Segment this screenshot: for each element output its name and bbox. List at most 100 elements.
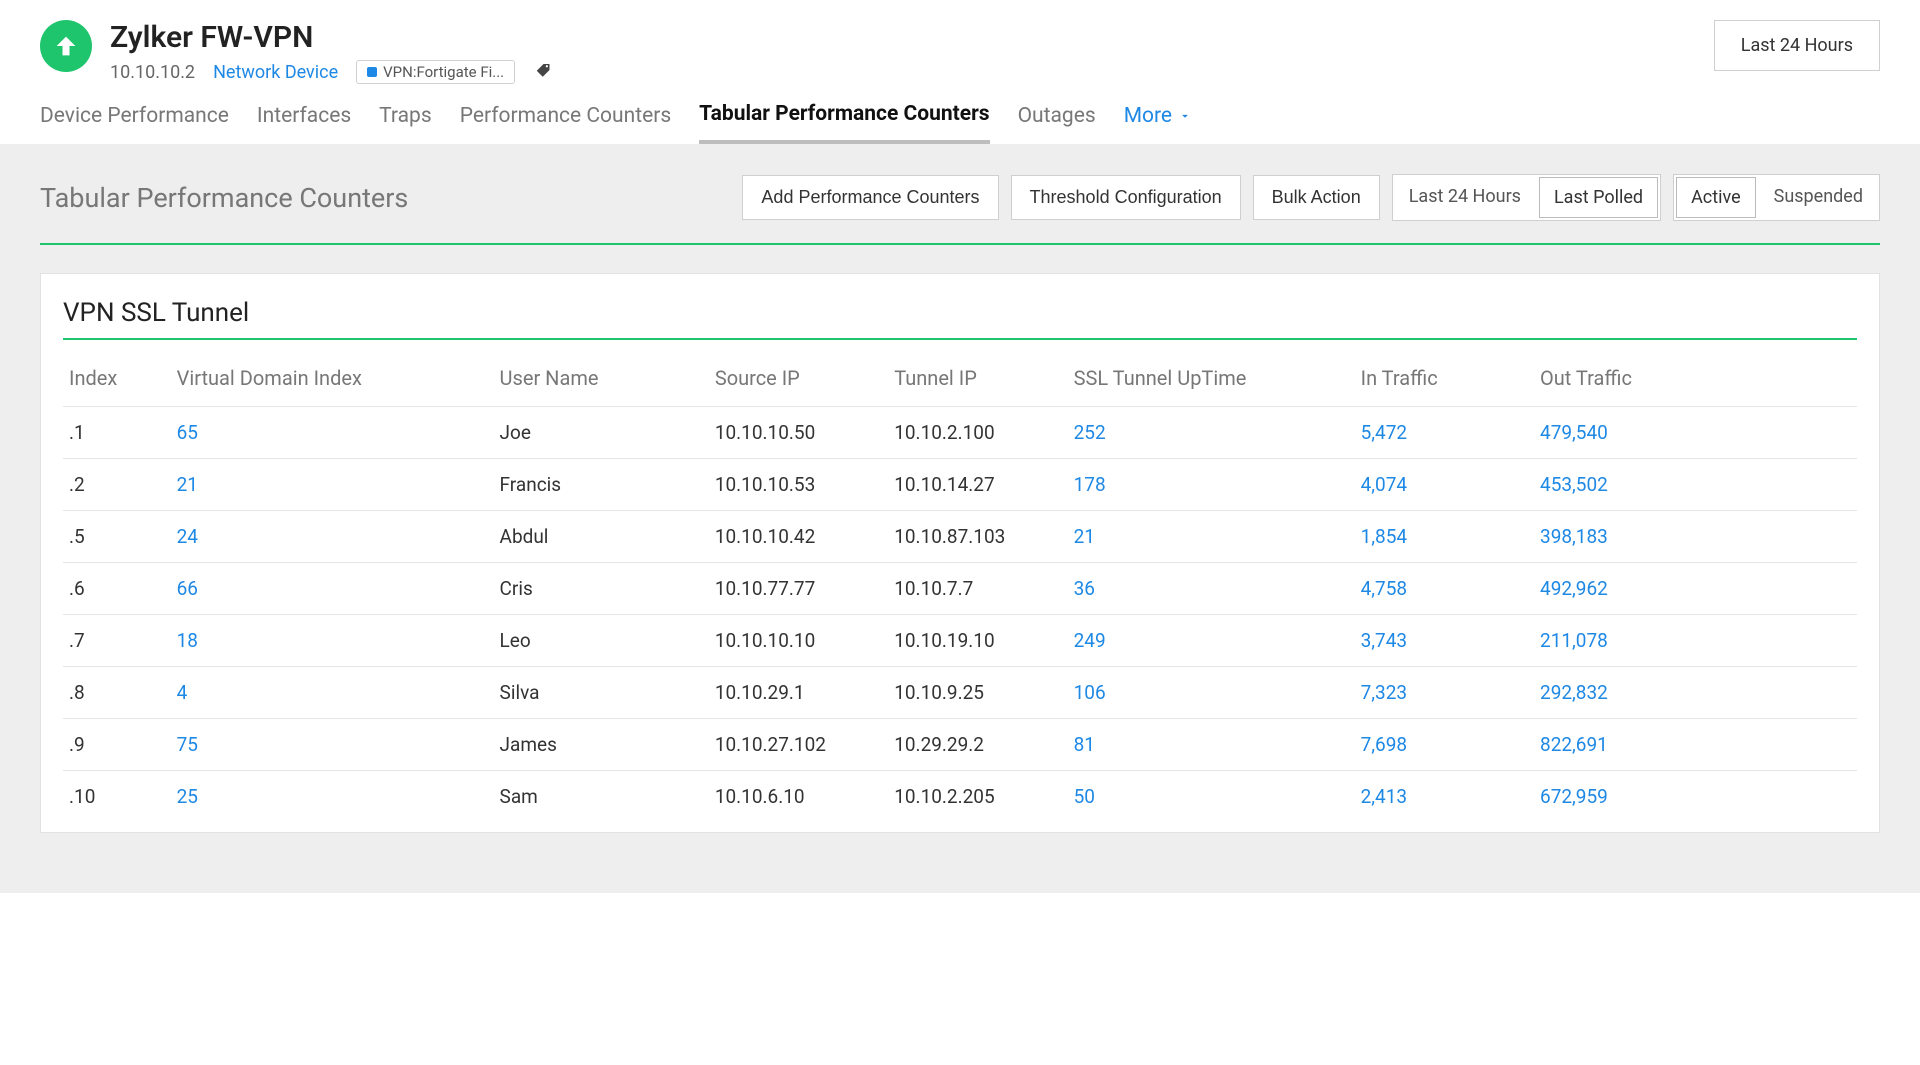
cell-tunnel-ip: 10.10.19.10 xyxy=(888,615,1067,667)
cell-index: .7 xyxy=(63,615,171,667)
cell-in-traffic[interactable]: 4,074 xyxy=(1355,459,1534,511)
cell-uptime[interactable]: 36 xyxy=(1068,563,1355,615)
tab-performance-counters[interactable]: Performance Counters xyxy=(460,104,671,142)
cell-uptime[interactable]: 21 xyxy=(1068,511,1355,563)
cell-in-traffic[interactable]: 3,743 xyxy=(1355,615,1534,667)
col-in-traffic[interactable]: In Traffic xyxy=(1355,350,1534,407)
tab-tabular-performance-counters[interactable]: Tabular Performance Counters xyxy=(699,102,989,144)
cell-source-ip: 10.10.10.10 xyxy=(709,615,888,667)
cell-out-traffic[interactable]: 672,959 xyxy=(1534,771,1857,823)
cell-user-name: Leo xyxy=(494,615,709,667)
cell-out-traffic[interactable]: 492,962 xyxy=(1534,563,1857,615)
cell-user-name: Sam xyxy=(494,771,709,823)
cell-uptime[interactable]: 81 xyxy=(1068,719,1355,771)
threshold-configuration-button[interactable]: Threshold Configuration xyxy=(1011,175,1241,220)
cell-tunnel-ip: 10.10.2.205 xyxy=(888,771,1067,823)
seg-suspended[interactable]: Suspended xyxy=(1758,175,1879,220)
cell-user-name: Silva xyxy=(494,667,709,719)
cell-out-traffic[interactable]: 822,691 xyxy=(1534,719,1857,771)
vpn-chip[interactable]: VPN:Fortigate Fi... xyxy=(356,60,515,84)
chevron-down-icon xyxy=(1178,109,1192,123)
cell-source-ip: 10.10.10.53 xyxy=(709,459,888,511)
table-row: .718Leo10.10.10.1010.10.19.102493,743211… xyxy=(63,615,1857,667)
cell-vdom-index[interactable]: 65 xyxy=(171,407,494,459)
table-row: .975James10.10.27.10210.29.29.2817,69882… xyxy=(63,719,1857,771)
vpn-ssl-tunnel-card: VPN SSL Tunnel Index Virtual Domain Inde… xyxy=(40,273,1880,833)
chip-label: VPN:Fortigate Fi... xyxy=(383,63,504,81)
cell-source-ip: 10.10.6.10 xyxy=(709,771,888,823)
cell-out-traffic[interactable]: 211,078 xyxy=(1534,615,1857,667)
cell-source-ip: 10.10.29.1 xyxy=(709,667,888,719)
device-ip: 10.10.10.2 xyxy=(110,62,195,83)
col-index[interactable]: Index xyxy=(63,350,171,407)
cell-vdom-index[interactable]: 24 xyxy=(171,511,494,563)
time-range-select[interactable]: Last 24 Hours xyxy=(1714,20,1880,71)
cell-in-traffic[interactable]: 7,323 xyxy=(1355,667,1534,719)
status-up-icon xyxy=(40,20,92,72)
cell-source-ip: 10.10.27.102 xyxy=(709,719,888,771)
tab-outages[interactable]: Outages xyxy=(1018,104,1096,142)
cell-vdom-index[interactable]: 75 xyxy=(171,719,494,771)
time-segment: Last 24 Hours Last Polled xyxy=(1392,174,1661,221)
table-row: .84Silva10.10.29.110.10.9.251067,323292,… xyxy=(63,667,1857,719)
cell-in-traffic[interactable]: 5,472 xyxy=(1355,407,1534,459)
cell-source-ip: 10.10.77.77 xyxy=(709,563,888,615)
col-user-name[interactable]: User Name xyxy=(494,350,709,407)
more-label: More xyxy=(1124,104,1172,128)
cell-index: .2 xyxy=(63,459,171,511)
cell-source-ip: 10.10.10.42 xyxy=(709,511,888,563)
cell-out-traffic[interactable]: 398,183 xyxy=(1534,511,1857,563)
cell-vdom-index[interactable]: 21 xyxy=(171,459,494,511)
cell-user-name: Cris xyxy=(494,563,709,615)
cell-vdom-index[interactable]: 25 xyxy=(171,771,494,823)
tag-icon[interactable] xyxy=(533,61,551,84)
col-ssl-tunnel-uptime[interactable]: SSL Tunnel UpTime xyxy=(1068,350,1355,407)
cell-index: .10 xyxy=(63,771,171,823)
col-source-ip[interactable]: Source IP xyxy=(709,350,888,407)
seg-active[interactable]: Active xyxy=(1676,177,1756,218)
cell-uptime[interactable]: 252 xyxy=(1068,407,1355,459)
page-title: Zylker FW-VPN xyxy=(110,20,1714,56)
tab-device-performance[interactable]: Device Performance xyxy=(40,104,229,142)
device-tabs: Device Performance Interfaces Traps Perf… xyxy=(0,84,1920,144)
cell-index: .8 xyxy=(63,667,171,719)
cell-user-name: Francis xyxy=(494,459,709,511)
cell-index: .9 xyxy=(63,719,171,771)
cell-out-traffic[interactable]: 479,540 xyxy=(1534,407,1857,459)
tab-interfaces[interactable]: Interfaces xyxy=(257,104,351,142)
seg-last-polled[interactable]: Last Polled xyxy=(1539,177,1658,218)
tab-more[interactable]: More xyxy=(1124,104,1192,142)
cell-vdom-index[interactable]: 4 xyxy=(171,667,494,719)
table-row: .524Abdul10.10.10.4210.10.87.103211,8543… xyxy=(63,511,1857,563)
cell-tunnel-ip: 10.10.9.25 xyxy=(888,667,1067,719)
cell-vdom-index[interactable]: 18 xyxy=(171,615,494,667)
cell-in-traffic[interactable]: 2,413 xyxy=(1355,771,1534,823)
cell-uptime[interactable]: 249 xyxy=(1068,615,1355,667)
seg-last-24-hours[interactable]: Last 24 Hours xyxy=(1393,175,1537,220)
cell-tunnel-ip: 10.10.2.100 xyxy=(888,407,1067,459)
tab-traps[interactable]: Traps xyxy=(379,104,432,142)
cell-vdom-index[interactable]: 66 xyxy=(171,563,494,615)
cell-uptime[interactable]: 106 xyxy=(1068,667,1355,719)
cell-tunnel-ip: 10.10.7.7 xyxy=(888,563,1067,615)
cell-in-traffic[interactable]: 7,698 xyxy=(1355,719,1534,771)
cell-in-traffic[interactable]: 1,854 xyxy=(1355,511,1534,563)
cell-user-name: Abdul xyxy=(494,511,709,563)
bulk-action-button[interactable]: Bulk Action xyxy=(1253,175,1380,220)
col-out-traffic[interactable]: Out Traffic xyxy=(1534,350,1857,407)
cell-uptime[interactable]: 50 xyxy=(1068,771,1355,823)
col-virtual-domain-index[interactable]: Virtual Domain Index xyxy=(171,350,494,407)
device-type-link[interactable]: Network Device xyxy=(213,62,338,83)
vpn-tunnel-table: Index Virtual Domain Index User Name Sou… xyxy=(63,350,1857,822)
chip-dot-icon xyxy=(367,67,377,77)
col-tunnel-ip[interactable]: Tunnel IP xyxy=(888,350,1067,407)
cell-uptime[interactable]: 178 xyxy=(1068,459,1355,511)
divider xyxy=(63,338,1857,340)
cell-out-traffic[interactable]: 292,832 xyxy=(1534,667,1857,719)
cell-in-traffic[interactable]: 4,758 xyxy=(1355,563,1534,615)
add-performance-counters-button[interactable]: Add Performance Counters xyxy=(742,175,998,220)
cell-user-name: Joe xyxy=(494,407,709,459)
cell-index: .1 xyxy=(63,407,171,459)
cell-out-traffic[interactable]: 453,502 xyxy=(1534,459,1857,511)
status-segment: Active Suspended xyxy=(1673,174,1880,221)
